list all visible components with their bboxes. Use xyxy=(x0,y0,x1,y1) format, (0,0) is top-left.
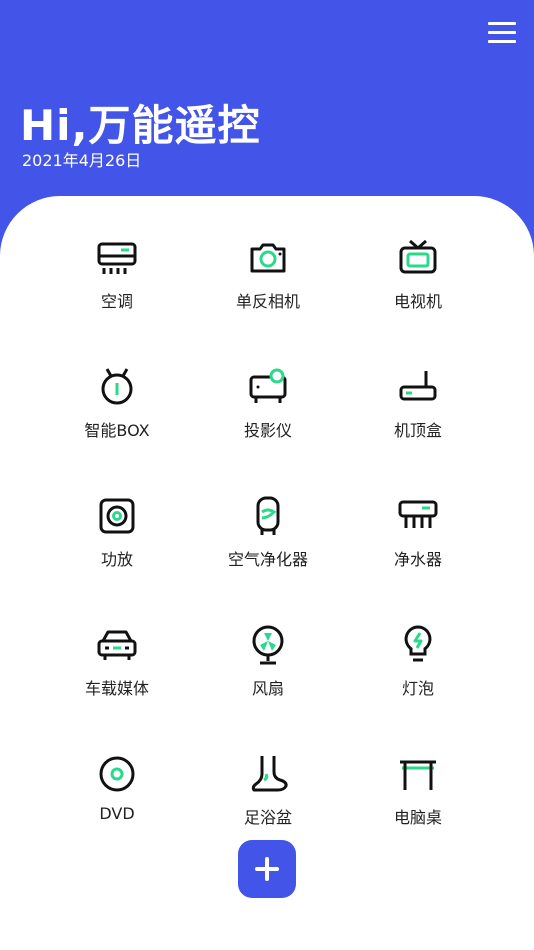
device-label: 空气净化器 xyxy=(227,550,308,569)
device-label: 电脑桌 xyxy=(393,808,442,827)
device-label: 风扇 xyxy=(251,679,284,698)
light-bulb-icon xyxy=(404,625,432,662)
device-air-conditioner[interactable]: 空调 xyxy=(37,236,197,336)
device-label: 车载媒体 xyxy=(84,679,149,698)
device-water-purifier[interactable]: 净水器 xyxy=(338,494,498,594)
device-car-media[interactable]: 车载媒体 xyxy=(37,623,197,723)
dvd-icon xyxy=(99,756,135,792)
device-camera[interactable]: 单反相机 xyxy=(188,236,348,336)
date-label: 2021年4月26日 xyxy=(22,151,142,170)
device-label: 单反相机 xyxy=(235,292,300,311)
add-device-button[interactable] xyxy=(238,840,296,898)
projector-icon xyxy=(249,368,287,403)
device-smart-box[interactable]: 智能BOX xyxy=(37,365,197,465)
smart-box-icon xyxy=(101,368,133,405)
set-top-box-icon xyxy=(399,371,437,401)
device-fan[interactable]: 风扇 xyxy=(188,623,348,723)
foot-bath-icon xyxy=(251,756,288,792)
fan-icon xyxy=(252,625,284,665)
device-label: DVD xyxy=(99,804,135,823)
device-computer-desk[interactable]: 电脑桌 xyxy=(338,752,498,852)
device-label: 足浴盆 xyxy=(243,808,292,827)
car-icon xyxy=(97,630,137,660)
device-label: 空调 xyxy=(100,292,133,311)
speaker-icon xyxy=(99,498,135,534)
device-set-top-box[interactable]: 机顶盒 xyxy=(338,365,498,465)
device-panel: 空调 单反相机 电视机 智能BOX 投影仪 机顶盒 功放 空气净化器 净水器 车… xyxy=(0,196,534,950)
water-purifier-icon xyxy=(398,500,438,528)
device-light-bulb[interactable]: 灯泡 xyxy=(338,623,498,723)
device-air-purifier[interactable]: 空气净化器 xyxy=(188,494,348,594)
device-label: 净水器 xyxy=(393,550,442,569)
device-label: 机顶盒 xyxy=(393,421,442,440)
device-projector[interactable]: 投影仪 xyxy=(188,365,348,465)
page-title: Hi,万能遥控 xyxy=(20,101,261,150)
device-label: 功放 xyxy=(100,550,133,569)
tv-icon xyxy=(399,239,437,274)
menu-icon[interactable] xyxy=(488,20,516,46)
device-label: 智能BOX xyxy=(84,421,150,440)
device-dvd[interactable]: DVD xyxy=(37,752,197,852)
device-tv[interactable]: 电视机 xyxy=(338,236,498,336)
air-conditioner-icon xyxy=(97,242,137,274)
computer-desk-icon xyxy=(400,760,436,790)
air-purifier-icon xyxy=(256,496,280,535)
device-label: 投影仪 xyxy=(243,421,292,440)
device-foot-bath[interactable]: 足浴盆 xyxy=(188,752,348,852)
device-label: 电视机 xyxy=(393,292,442,311)
device-label: 灯泡 xyxy=(401,679,434,698)
camera-icon xyxy=(250,243,286,273)
device-speaker[interactable]: 功放 xyxy=(37,494,197,594)
